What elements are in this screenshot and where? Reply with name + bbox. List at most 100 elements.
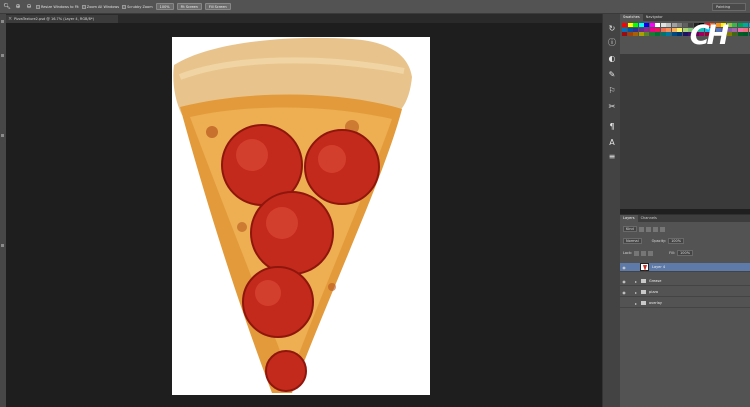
color-swatch[interactable]	[655, 27, 660, 32]
color-swatch[interactable]	[660, 32, 666, 36]
zoom-tool-icon[interactable]: 🔍︎	[3, 3, 11, 11]
scrubby-zoom-checkbox[interactable]: Scrubby Zoom	[122, 4, 153, 9]
color-swatch[interactable]	[649, 27, 655, 32]
color-swatch[interactable]	[732, 27, 737, 32]
zoom-all-windows-label: Zoom All Windows	[86, 4, 120, 9]
tab-navigator[interactable]: Navigator	[643, 14, 666, 21]
adjustments-icon[interactable]: ≡	[607, 152, 617, 162]
color-swatch[interactable]	[743, 23, 748, 27]
tool-marker[interactable]	[1, 54, 4, 57]
color-swatch[interactable]	[655, 32, 660, 36]
layer-name: Layer 4	[652, 265, 666, 269]
color-swatch[interactable]	[649, 32, 655, 36]
zoom-all-windows-checkbox[interactable]: Zoom All Windows	[81, 4, 120, 9]
tool-marker[interactable]	[1, 244, 4, 247]
color-swatch[interactable]	[677, 23, 682, 27]
color-swatch[interactable]	[644, 27, 649, 32]
workspace-select[interactable]: Painting	[712, 3, 746, 11]
filter-kind-select[interactable]: Kind	[623, 226, 637, 232]
color-swatch[interactable]	[671, 23, 677, 27]
color-swatch[interactable]	[627, 32, 633, 36]
color-swatch[interactable]	[666, 23, 671, 27]
folder-icon	[641, 279, 646, 283]
color-swatch[interactable]	[677, 27, 682, 32]
color-swatch[interactable]	[627, 27, 633, 32]
zoom-100-button[interactable]: 100%	[155, 3, 174, 10]
zoom-out-icon[interactable]: ⊖	[25, 3, 33, 11]
layer-row[interactable]: ◉ ▸ pizza	[620, 288, 750, 297]
filter-adjustment-icon[interactable]	[645, 226, 651, 232]
layer-row[interactable]: ◉ Layer 4	[620, 263, 750, 272]
resize-windows-checkbox[interactable]: Resize Windows to Fit	[36, 4, 79, 9]
tab-channels[interactable]: Channels	[638, 215, 660, 222]
color-swatch[interactable]	[677, 32, 682, 36]
filter-pixel-icon[interactable]	[638, 226, 644, 232]
color-swatch[interactable]	[666, 32, 671, 36]
brush-icon[interactable]: ✎	[607, 70, 617, 80]
disclosure-triangle-icon[interactable]: ▸	[635, 279, 640, 284]
color-swatch[interactable]	[644, 23, 649, 27]
color-swatch[interactable]	[737, 32, 743, 36]
pizza-slice-image	[173, 37, 412, 393]
color-swatch[interactable]	[671, 27, 677, 32]
eye-icon[interactable]: ◉	[620, 279, 628, 284]
fill-input[interactable]: 100%	[677, 250, 694, 256]
checkbox-box[interactable]	[81, 4, 86, 9]
color-swatch[interactable]	[743, 32, 748, 36]
close-icon[interactable]: ×	[8, 15, 12, 23]
color-swatch[interactable]	[743, 27, 748, 32]
color-swatch[interactable]	[627, 23, 633, 27]
layer-row[interactable]: ▸ overlay	[620, 299, 750, 308]
color-swatch[interactable]	[732, 23, 737, 27]
fit-screen-button[interactable]: Fit Screen	[176, 3, 202, 10]
color-swatch[interactable]	[633, 32, 638, 36]
paragraph-icon[interactable]: ¶	[607, 122, 617, 132]
lock-position-icon[interactable]	[641, 250, 647, 256]
character-icon[interactable]: A	[607, 138, 617, 148]
history-icon[interactable]: ↻	[607, 24, 617, 34]
opacity-input[interactable]: 100%	[668, 238, 685, 244]
tool-marker[interactable]	[1, 134, 4, 137]
lock-pixels-icon[interactable]	[634, 250, 640, 256]
eye-icon[interactable]: ◉	[620, 265, 628, 270]
document-canvas[interactable]	[172, 37, 430, 395]
color-swatch[interactable]	[622, 23, 627, 27]
color-swatch[interactable]	[649, 23, 655, 27]
color-swatch[interactable]	[622, 32, 627, 36]
clone-source-icon[interactable]: ⚐	[607, 86, 617, 96]
color-swatch[interactable]	[671, 32, 677, 36]
color-swatch[interactable]	[655, 23, 660, 27]
lock-all-icon[interactable]	[648, 250, 654, 256]
checkbox-box[interactable]	[36, 4, 40, 9]
disclosure-triangle-icon[interactable]: ▸	[635, 290, 640, 295]
color-icon[interactable]: ◐	[607, 54, 617, 64]
fill-screen-button[interactable]: Fill Screen	[204, 3, 231, 10]
tool-marker[interactable]	[1, 20, 4, 23]
color-swatch[interactable]	[737, 27, 743, 32]
disclosure-triangle-icon[interactable]: ▸	[635, 301, 640, 306]
info-icon[interactable]: ⓘ	[607, 38, 617, 48]
tab-layers[interactable]: Layers	[620, 215, 638, 222]
color-swatch[interactable]	[644, 32, 649, 36]
layer-row[interactable]: ◉ ▸ Grease	[620, 277, 750, 286]
filter-type-icon[interactable]	[652, 226, 658, 232]
color-swatch[interactable]	[638, 23, 644, 27]
color-swatch[interactable]	[633, 23, 638, 27]
filter-shape-icon[interactable]	[659, 226, 665, 232]
tab-swatches[interactable]: Swatches	[620, 14, 643, 21]
checkbox-box[interactable]	[122, 4, 127, 9]
document-tab[interactable]: × PizzaTexture2.psd @ 16.7% (Layer 4, RG…	[6, 15, 118, 23]
color-swatch[interactable]	[638, 32, 644, 36]
color-swatch[interactable]	[622, 27, 627, 32]
color-swatch[interactable]	[660, 23, 666, 27]
blend-mode-select[interactable]: Normal	[623, 238, 642, 244]
eye-icon[interactable]: ◉	[620, 290, 628, 295]
color-swatch[interactable]	[633, 27, 638, 32]
color-swatch[interactable]	[737, 23, 743, 27]
color-swatch[interactable]	[660, 27, 666, 32]
zoom-in-icon[interactable]: ⊕	[14, 3, 22, 11]
color-swatch[interactable]	[732, 32, 737, 36]
color-swatch[interactable]	[666, 27, 671, 32]
color-swatch[interactable]	[638, 27, 644, 32]
tool-presets-icon[interactable]: ✂	[607, 102, 617, 112]
